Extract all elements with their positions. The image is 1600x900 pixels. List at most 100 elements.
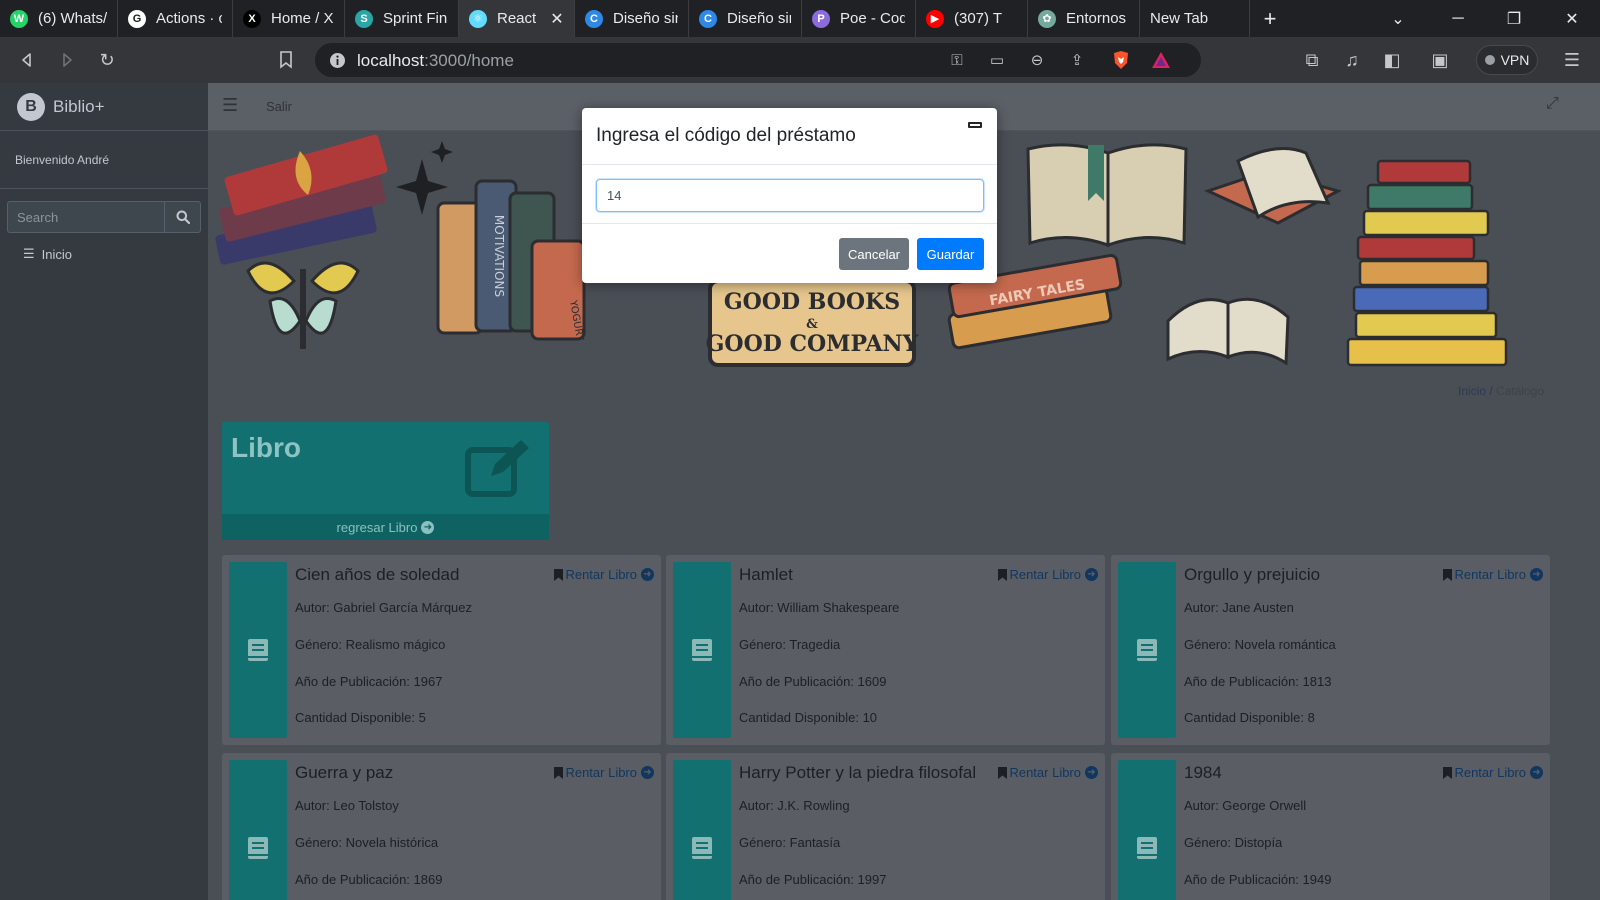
tab-title: Poe - Cod <box>840 10 905 27</box>
cancel-button[interactable]: Cancelar <box>839 238 909 270</box>
rent-book-link[interactable]: Rentar Libro ➜ <box>1443 567 1543 582</box>
rent-book-link[interactable]: Rentar Libro ➜ <box>998 765 1098 780</box>
address-bar[interactable]: localhost:3000/home ⚿ ▭ ⊖ ⇪ <box>315 43 1201 77</box>
open-book-illustration <box>1026 143 1188 248</box>
loan-code-input[interactable] <box>596 179 984 212</box>
welcome-text: Bienvenido André <box>15 152 110 167</box>
close-tab-icon[interactable]: ✕ <box>550 9 563 29</box>
tab-title: (6) Whats/ <box>38 10 107 27</box>
brand-link[interactable]: B Biblio+ <box>0 83 208 131</box>
rent-book-label: Rentar Libro <box>565 765 637 780</box>
exit-link[interactable]: Salir <box>266 99 292 114</box>
browser-tab[interactable]: ▶ (307) T <box>916 0 1028 37</box>
share-icon[interactable]: ⇪ <box>1067 50 1087 70</box>
book-qty-label: Cantidad Disponible: <box>295 710 419 725</box>
book-author-value: J.K. Rowling <box>777 798 850 813</box>
bookmark-icon <box>1443 766 1453 779</box>
book-author-label: Autor: <box>1184 798 1223 813</box>
book-year-line: Año de Publicación: 1609 <box>739 674 886 689</box>
book-genre-value: Novela romántica <box>1234 637 1336 652</box>
browser-tab[interactable]: C Diseño sin <box>575 0 689 37</box>
arrow-right-circle-icon: ➜ <box>1085 766 1098 779</box>
sidebar-item-inicio[interactable]: ☰ Inicio <box>8 239 200 269</box>
rent-book-link[interactable]: Rentar Libro ➜ <box>998 567 1098 582</box>
browser-tab[interactable]: ⚛ React ✕ <box>459 0 575 37</box>
back-to-libro-link[interactable]: regresar Libro ➜ <box>222 514 549 540</box>
book-genre-value: Distopía <box>1234 835 1283 850</box>
book-genre-label: Género: <box>295 835 346 850</box>
browser-tab[interactable]: G Actions · c <box>118 0 233 37</box>
book-year-line: Año de Publicación: 1949 <box>1184 872 1331 887</box>
reload-icon[interactable]: ↻ <box>92 45 122 75</box>
bookmark-icon <box>998 568 1008 581</box>
browser-tab[interactable]: C Diseño sin <box>689 0 802 37</box>
browser-tab[interactable]: S Sprint Fina <box>345 0 459 37</box>
brave-rewards-icon[interactable] <box>1151 50 1171 70</box>
media-icon[interactable]: ♫ <box>1337 45 1367 75</box>
book-title: Orgullo y prejuicio <box>1184 565 1321 584</box>
rent-book-link[interactable]: Rentar Libro ➜ <box>554 567 654 582</box>
hamburger-icon[interactable]: ☰ <box>222 95 238 116</box>
sidebar-toggle-icon[interactable]: ◧ <box>1377 45 1407 75</box>
password-key-icon[interactable]: ⚿ <box>947 50 967 70</box>
url-host: localhost <box>357 51 425 70</box>
fullscreen-icon[interactable]: ⤢ <box>1546 95 1559 113</box>
breadcrumb-home[interactable]: Inicio <box>1458 384 1486 398</box>
modal-header: Ingresa el código del préstamo <box>582 108 997 165</box>
restore-window-button[interactable]: ❐ <box>1486 0 1542 37</box>
sidebar-search-input[interactable] <box>7 201 164 233</box>
wallet-icon[interactable]: ▣ <box>1425 45 1455 75</box>
minimize-window-button[interactable]: ─ <box>1430 0 1486 37</box>
book-year-value: 1949 <box>1302 872 1332 887</box>
arrow-right-circle-icon: ➜ <box>1530 568 1543 581</box>
rent-book-link[interactable]: Rentar Libro ➜ <box>1443 765 1543 780</box>
bookmark-icon[interactable] <box>271 45 301 75</box>
brave-shields-icon[interactable] <box>1111 50 1131 70</box>
browser-tab[interactable]: ✿ Entornos <box>1028 0 1140 37</box>
url-text: localhost:3000/home <box>357 51 514 71</box>
book-genre-line: Género: Fantasía <box>739 835 840 850</box>
tab-search-icon[interactable]: ⌄ <box>1370 0 1426 37</box>
close-window-button[interactable]: ✕ <box>1544 0 1600 37</box>
libro-summary-box: Libro regresar Libro ➜ <box>222 422 549 540</box>
book-genre-value: Tragedia <box>789 637 841 652</box>
site-info-icon[interactable] <box>327 50 347 70</box>
book-year-value: 1869 <box>413 872 443 887</box>
minimize-modal-icon[interactable] <box>968 122 982 128</box>
book-icon <box>1137 639 1157 661</box>
extensions-icon[interactable]: ⧉ <box>1297 45 1327 75</box>
arrow-right-circle-icon: ➜ <box>641 766 654 779</box>
rent-book-link[interactable]: Rentar Libro ➜ <box>554 765 654 780</box>
back-to-libro-label: regresar Libro <box>336 519 418 535</box>
browser-tab[interactable]: W (6) Whats/ <box>0 0 118 37</box>
forward-icon[interactable] <box>52 45 82 75</box>
cast-icon[interactable]: ▭ <box>987 50 1007 70</box>
menu-icon[interactable]: ☰ <box>1557 45 1587 75</box>
search-button[interactable] <box>164 201 201 233</box>
sidebar-search <box>7 201 201 233</box>
tab-title: React <box>497 10 537 27</box>
book-card: Cien años de soledad Rentar Libro ➜ Autor: … <box>222 555 661 745</box>
new-tab-button[interactable]: + <box>1250 0 1290 37</box>
book-author-line: Autor: Leo Tolstoy <box>295 798 399 813</box>
summary-box-title: Libro <box>231 432 301 463</box>
sidebar-item-label: Inicio <box>41 246 73 262</box>
book-author-value: George Orwell <box>1222 798 1307 813</box>
browser-toolbar: ↻ localhost:3000/home ⚿ ▭ ⊖ ⇪ ⧉ ♫ ◧ ▣ VP… <box>0 37 1600 83</box>
zoom-out-icon[interactable]: ⊖ <box>1027 50 1047 70</box>
book-genre-label: Género: <box>1184 835 1235 850</box>
tab-title: New Tab <box>1150 10 1209 27</box>
browser-tab[interactable]: P Poe - Cod <box>802 0 916 37</box>
book-author-value: Leo Tolstoy <box>333 798 399 813</box>
book-qty-label: Cantidad Disponible: <box>739 710 863 725</box>
book-year-value: 1967 <box>413 674 443 689</box>
list-icon: ☰ <box>23 246 35 261</box>
vpn-button[interactable]: VPN <box>1476 45 1538 75</box>
book-year-label: Año de Publicación: <box>1184 872 1303 887</box>
rent-book-label: Rentar Libro <box>565 567 637 582</box>
back-icon[interactable] <box>12 45 42 75</box>
save-button[interactable]: Guardar <box>917 238 984 270</box>
book-card-icon-box <box>673 562 731 738</box>
browser-tab[interactable]: X Home / X <box>233 0 345 37</box>
browser-tab[interactable]: New Tab <box>1140 0 1250 37</box>
